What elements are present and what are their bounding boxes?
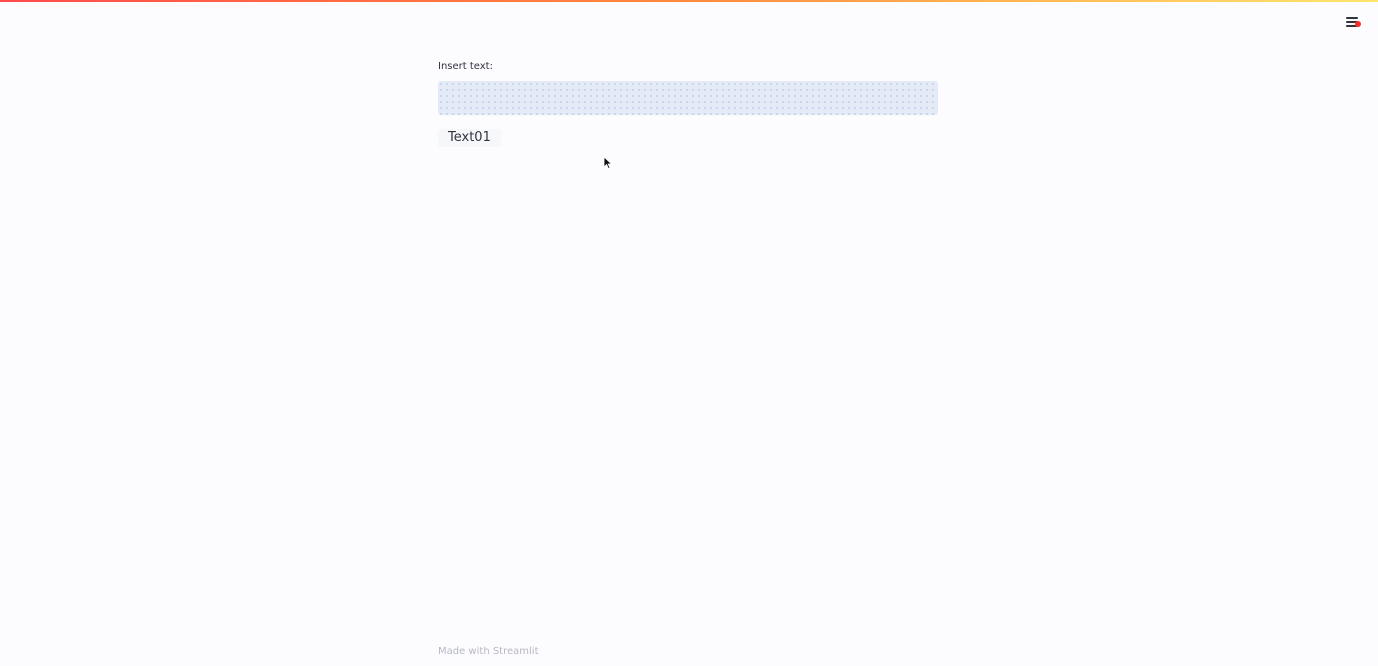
notification-badge (1355, 21, 1361, 27)
text-input[interactable] (438, 81, 938, 115)
top-decoration-bar (0, 0, 1378, 2)
text-input-label: Insert text: (438, 61, 493, 72)
mouse-pointer-icon (603, 156, 613, 170)
hamburger-menu-icon (1346, 17, 1358, 19)
output-text: Text01 (438, 129, 501, 147)
main-content: Insert text: Text01 (438, 60, 938, 147)
main-menu-button[interactable] (1340, 12, 1364, 34)
footer-credit: Made with Streamlit (438, 646, 539, 657)
